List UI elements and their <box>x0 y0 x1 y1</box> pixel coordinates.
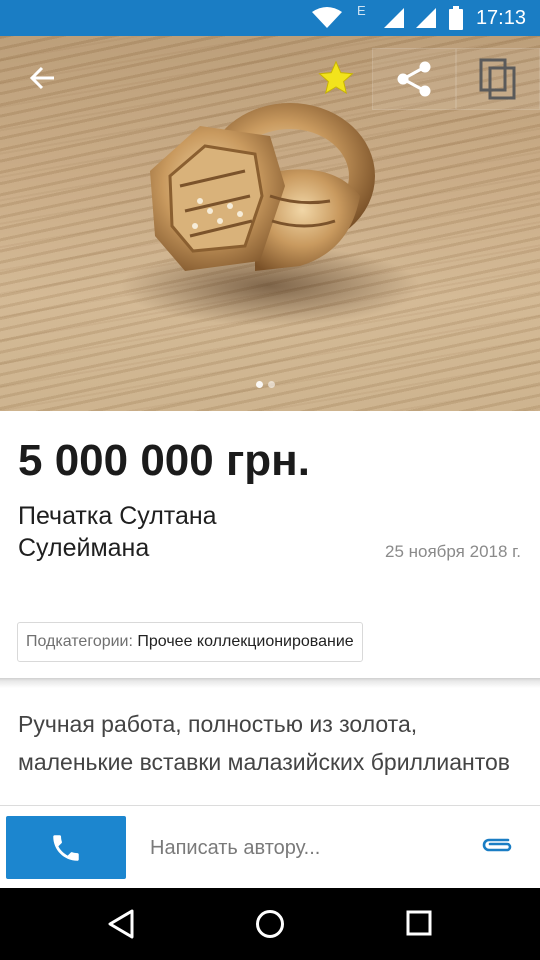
recents-icon[interactable] <box>405 908 433 938</box>
status-bar: E 17:13 <box>0 0 540 36</box>
attach-button[interactable] <box>480 834 514 861</box>
star-icon <box>318 60 354 95</box>
subcategory-chip[interactable]: Подкатегории: Прочее коллекционирование <box>17 622 363 662</box>
pager-dot-active <box>256 381 263 388</box>
system-nav-bar <box>0 888 540 960</box>
listing-title: Печатка Султана Сулеймана <box>18 502 217 562</box>
clock: 17:13 <box>475 7 526 29</box>
back-icon[interactable] <box>106 908 136 940</box>
copy-button[interactable] <box>456 48 540 110</box>
listing-price: 5 000 000 грн. <box>18 436 310 485</box>
wifi-icon <box>312 7 342 28</box>
contact-bar: Написать автору... <box>0 805 540 889</box>
network-type-label: E <box>357 3 366 18</box>
back-button[interactable] <box>10 46 74 110</box>
battery-icon <box>449 6 463 30</box>
signal-icon <box>416 8 436 28</box>
pager-dot <box>268 381 275 388</box>
listing-photo[interactable] <box>0 36 540 411</box>
paperclip-icon <box>482 838 512 852</box>
share-icon <box>397 61 431 97</box>
back-arrow-icon <box>29 66 54 90</box>
phone-icon <box>53 834 79 861</box>
signal-icon <box>384 8 404 28</box>
listing-description: Ручная работа, полностью из золота, мале… <box>18 711 511 775</box>
listing-date: 25 ноября 2018 г. <box>385 542 521 561</box>
call-button[interactable] <box>6 816 126 879</box>
favorite-button[interactable] <box>304 46 368 110</box>
gallery-pager <box>256 381 275 388</box>
home-icon[interactable] <box>254 908 286 940</box>
copy-icon <box>479 58 516 100</box>
message-input[interactable]: Написать автору... <box>150 837 320 860</box>
subcategory-value: Прочее коллекционирование <box>137 633 354 650</box>
subcategory-label: Подкатегории: <box>26 633 133 650</box>
share-button[interactable] <box>372 48 456 110</box>
section-divider <box>0 678 540 688</box>
